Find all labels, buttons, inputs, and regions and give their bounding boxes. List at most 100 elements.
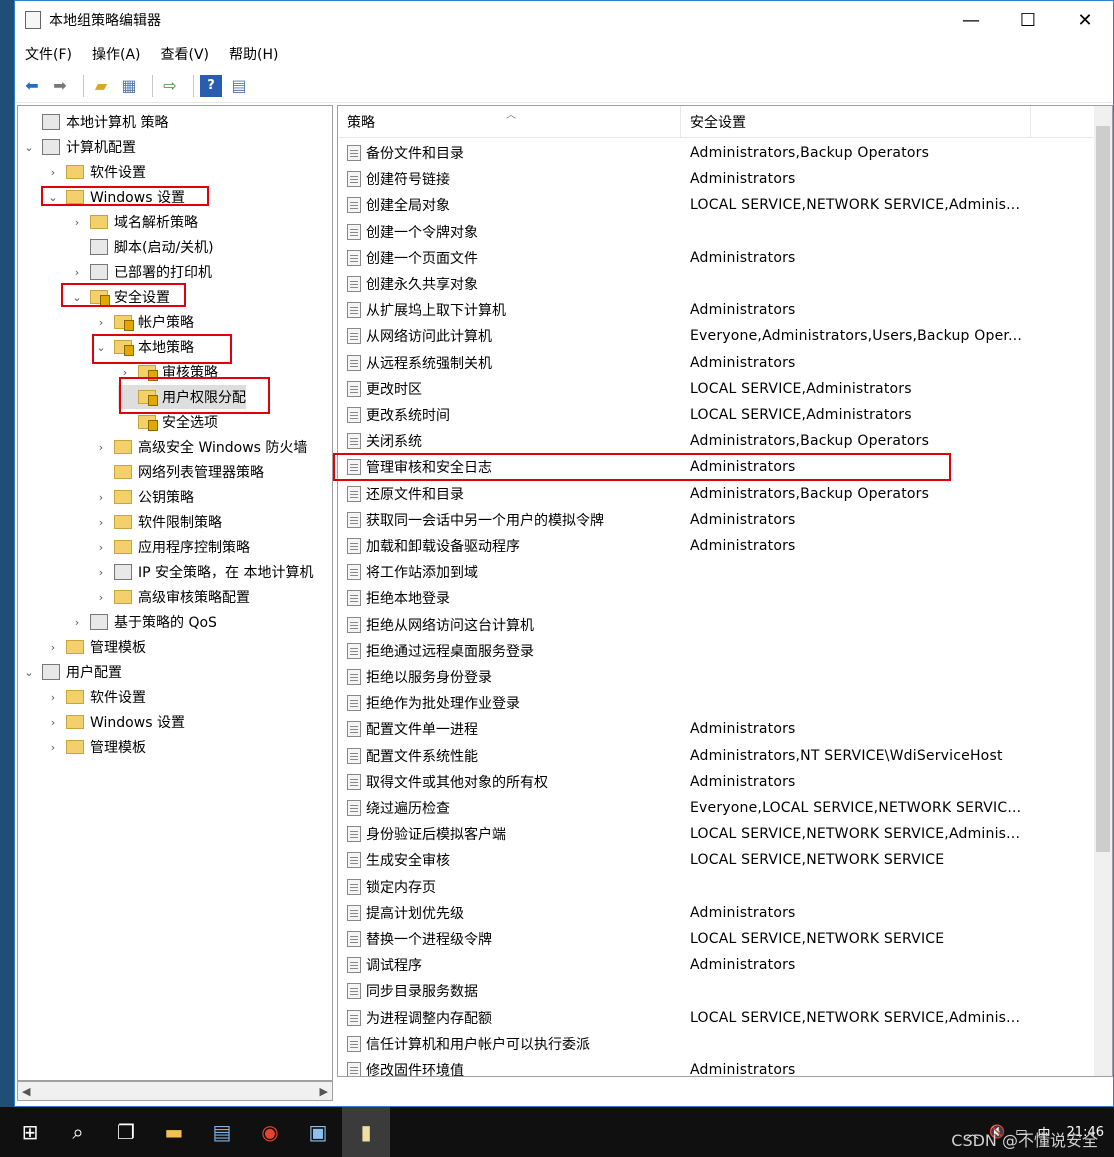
file-explorer-icon[interactable]: ▬ [150, 1107, 198, 1157]
table-row[interactable]: 关闭系统 Administrators,Backup Operators [338, 428, 1098, 454]
forward-arrow-icon[interactable]: ➡ [49, 75, 71, 97]
tree-item[interactable]: › 帐户策略 [94, 310, 194, 334]
tree-item[interactable]: › 软件设置 [46, 160, 146, 184]
table-row[interactable]: 从远程系统强制关机 Administrators [338, 350, 1098, 376]
collapse-chevron-icon[interactable]: ⌄ [22, 666, 36, 679]
maximize-button[interactable]: ☐ [1000, 1, 1056, 39]
export-list-icon[interactable]: ⇨ [159, 75, 181, 97]
collapse-chevron-icon[interactable]: ⌄ [22, 141, 36, 154]
table-row[interactable]: 拒绝本地登录 [338, 585, 1098, 611]
expand-chevron-icon[interactable]: › [94, 491, 108, 504]
table-row[interactable]: 拒绝以服务身份登录 [338, 664, 1098, 690]
expand-chevron-icon[interactable]: › [46, 716, 60, 729]
tree-item[interactable]: › 域名解析策略 [70, 210, 198, 234]
collapse-chevron-icon[interactable]: ⌄ [70, 291, 84, 304]
table-row[interactable]: 调试程序 Administrators [338, 952, 1098, 978]
tree-item[interactable]: › 软件设置 [46, 685, 146, 709]
expand-chevron-icon[interactable]: › [118, 366, 132, 379]
table-row[interactable]: 备份文件和目录 Administrators,Backup Operators [338, 140, 1098, 166]
expand-chevron-icon[interactable]: › [46, 641, 60, 654]
table-row[interactable]: 还原文件和目录 Administrators,Backup Operators [338, 481, 1098, 507]
tree-pane[interactable]: 本地计算机 策略 ⌄ 计算机配置 › 软件设置 ⌄ Windows 设置 › 域名解析策略 脚本(… [17, 105, 333, 1081]
tree-item[interactable]: › 高级安全 Windows 防火墙 [94, 435, 307, 459]
table-row[interactable]: 更改系统时间 LOCAL SERVICE,Administrators [338, 402, 1098, 428]
start-windows-icon[interactable]: ⊞ [6, 1107, 54, 1157]
scroll-right-icon[interactable]: ▶ [320, 1085, 328, 1098]
table-row[interactable]: 锁定内存页 [338, 874, 1098, 900]
expand-chevron-icon[interactable]: › [70, 266, 84, 279]
policy-list-pane[interactable]: 策略 安全设置 ︿ 备份文件和目录 Administrators,Backup O… [337, 105, 1113, 1077]
table-row[interactable]: 创建一个页面文件 Administrators [338, 245, 1098, 271]
table-row[interactable]: 拒绝从网络访问这台计算机 [338, 612, 1098, 638]
minimize-button[interactable]: — [943, 1, 999, 39]
expand-chevron-icon[interactable]: › [70, 216, 84, 229]
column-header-security-setting[interactable]: 安全设置 [681, 106, 1031, 138]
table-row[interactable]: 生成安全审核 LOCAL SERVICE,NETWORK SERVICE [338, 847, 1098, 873]
menu-file[interactable]: 文件(F) [25, 44, 72, 64]
tree-item[interactable]: 脚本(启动/关机) [70, 235, 214, 259]
tree-item[interactable]: ⌄ 计算机配置 [22, 135, 136, 159]
tree-item[interactable]: 用户权限分配 [118, 385, 246, 409]
properties-icon[interactable]: ▤ [228, 75, 250, 97]
table-row[interactable]: 信任计算机和用户帐户可以执行委派 [338, 1031, 1098, 1057]
close-button[interactable]: ✕ [1057, 1, 1113, 39]
table-row[interactable]: 拒绝通过远程桌面服务登录 [338, 638, 1098, 664]
tree-item[interactable]: ⌄ 安全设置 [70, 285, 170, 309]
tree-item[interactable]: › 软件限制策略 [94, 510, 222, 534]
table-row[interactable]: 配置文件系统性能 Administrators,NT SERVICE\WdiSer… [338, 743, 1098, 769]
table-row[interactable]: 修改固件环境值 Administrators [338, 1057, 1098, 1076]
tree-item[interactable]: › 应用程序控制策略 [94, 535, 250, 559]
scrollbar-thumb[interactable] [1096, 126, 1110, 852]
list-vertical-scrollbar[interactable] [1094, 106, 1112, 1076]
expand-chevron-icon[interactable]: › [94, 591, 108, 604]
expand-chevron-icon[interactable]: › [94, 541, 108, 554]
table-row[interactable]: 身份验证后模拟客户端 LOCAL SERVICE,NETWORK SERVICE,… [338, 821, 1098, 847]
tree-item[interactable]: › 公钥策略 [94, 485, 194, 509]
tree-item[interactable]: 网络列表管理器策略 [94, 460, 264, 484]
table-row[interactable]: 替换一个进程级令牌 LOCAL SERVICE,NETWORK SERVICE [338, 926, 1098, 952]
table-row[interactable]: 更改时区 LOCAL SERVICE,Administrators [338, 376, 1098, 402]
expand-chevron-icon[interactable]: › [70, 616, 84, 629]
expand-chevron-icon[interactable]: › [46, 741, 60, 754]
tree-horizontal-scrollbar[interactable]: ◀ ▶ [17, 1081, 333, 1101]
expand-chevron-icon[interactable]: › [46, 166, 60, 179]
collapse-chevron-icon[interactable]: ⌄ [94, 341, 108, 354]
tree-item[interactable]: › IP 安全策略，在 本地计算机 [94, 560, 313, 584]
tree-item[interactable]: › 基于策略的 QoS [70, 610, 217, 634]
expand-chevron-icon[interactable]: › [46, 691, 60, 704]
table-row[interactable]: 创建永久共享对象 [338, 271, 1098, 297]
help-icon[interactable]: ? [200, 74, 222, 97]
tree-item[interactable]: › 审核策略 [118, 360, 218, 384]
table-row[interactable]: 绕过遍历检查 Everyone,LOCAL SERVICE,NETWORK SER… [338, 795, 1098, 821]
table-row[interactable]: 将工作站添加到域 [338, 559, 1098, 585]
show-tree-icon[interactable]: ▦ [118, 75, 140, 97]
chrome-icon[interactable]: ◉ [246, 1107, 294, 1157]
expand-chevron-icon[interactable]: › [94, 316, 108, 329]
tree-item[interactable]: ⌄ Windows 设置 [46, 185, 185, 209]
table-row[interactable]: 配置文件单一进程 Administrators [338, 716, 1098, 742]
tree-item[interactable]: › 已部署的打印机 [70, 260, 212, 284]
table-row[interactable]: 创建全局对象 LOCAL SERVICE,NETWORK SERVICE,Admi… [338, 192, 1098, 218]
tree-item[interactable]: › 管理模板 [46, 635, 146, 659]
tree-item[interactable]: 安全选项 [118, 410, 218, 434]
table-row[interactable]: 从扩展坞上取下计算机 Administrators [338, 297, 1098, 323]
control-panel-icon[interactable]: ▣ [294, 1107, 342, 1157]
tree-item[interactable]: › 管理模板 [46, 735, 146, 759]
scroll-left-icon[interactable]: ◀ [22, 1085, 30, 1098]
menu-action[interactable]: 操作(A) [92, 44, 141, 64]
table-row[interactable]: 取得文件或其他对象的所有权 Administrators [338, 769, 1098, 795]
menu-view[interactable]: 查看(V) [161, 44, 210, 64]
table-row[interactable]: 为进程调整内存配额 LOCAL SERVICE,NETWORK SERVICE,A… [338, 1005, 1098, 1031]
table-row[interactable]: 管理审核和安全日志 Administrators [338, 454, 1098, 480]
table-row[interactable]: 创建一个令牌对象 [338, 219, 1098, 245]
tree-item[interactable]: ⌄ 本地策略 [94, 335, 194, 359]
tree-item[interactable]: › 高级审核策略配置 [94, 585, 250, 609]
server-manager-icon[interactable]: ▤ [198, 1107, 246, 1157]
table-row[interactable]: 同步目录服务数据 [338, 978, 1098, 1004]
table-row[interactable]: 加载和卸载设备驱动程序 Administrators [338, 533, 1098, 559]
table-row[interactable]: 从网络访问此计算机 Everyone,Administrators,Users,B… [338, 323, 1098, 349]
back-arrow-icon[interactable]: ⬅ [21, 75, 43, 97]
table-row[interactable]: 创建符号链接 Administrators [338, 166, 1098, 192]
up-folder-icon[interactable]: ▰ [90, 75, 112, 97]
menu-help[interactable]: 帮助(H) [229, 44, 278, 64]
